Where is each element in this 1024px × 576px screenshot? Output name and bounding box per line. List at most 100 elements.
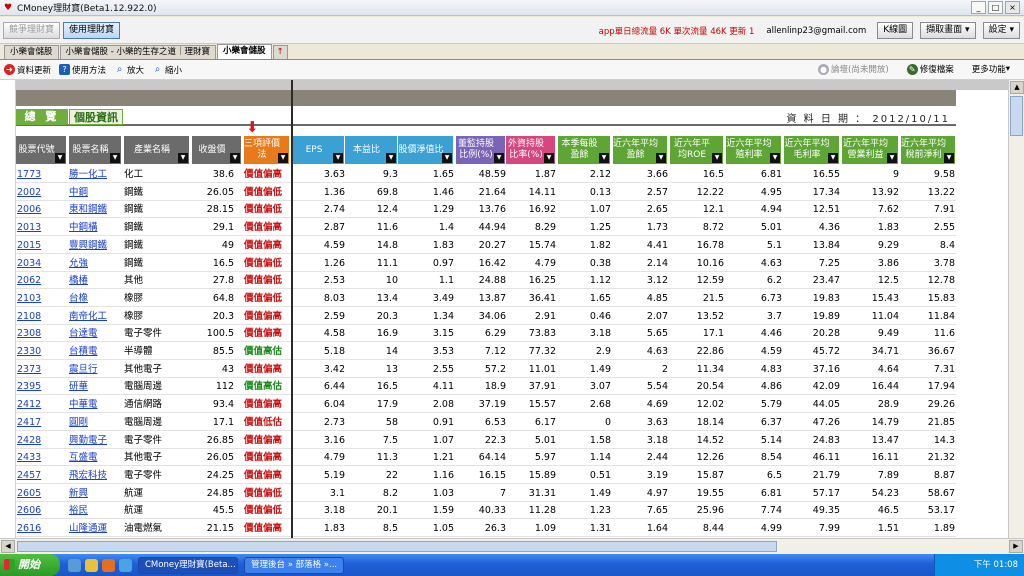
repair-files-button[interactable]: ✎ 修復檔案 <box>906 63 954 75</box>
table-row[interactable]: 2103 台橡 橡膠 64.8 價值偏低 8.03 13.4 3.49 13.87 36.41 1.… <box>16 290 956 307</box>
filter-dropdown-icon[interactable]: ▼ <box>230 153 240 163</box>
filter-dropdown-icon[interactable]: ▼ <box>544 153 554 163</box>
more-functions-button[interactable]: 更多功能 ▾ <box>972 63 1010 75</box>
cell-code[interactable]: 2417 <box>17 414 67 431</box>
column-header[interactable]: 股票代號 ▼ <box>16 136 67 164</box>
filter-dropdown-icon[interactable]: ▼ <box>55 153 65 163</box>
use-app-button[interactable]: 使用理財寶 <box>63 21 121 39</box>
table-row[interactable]: 2062 橋椿 其他 27.8 價值偏低 2.53 10 1.1 24.88 16.25 1.12 3… <box>16 272 956 290</box>
filter-dropdown-icon[interactable]: ▼ <box>442 153 452 163</box>
filter-dropdown-icon[interactable]: ▼ <box>944 153 954 163</box>
cell-code[interactable]: 2034 <box>17 255 67 272</box>
help-button[interactable]: ? 使用方法 <box>59 64 106 76</box>
column-header[interactable]: 董監持股比例(%) ▼ <box>456 136 506 164</box>
table-row[interactable]: 2457 飛宏科技 電子零件 24.25 價值偏高 5.19 22 1.16 16.15 15.8… <box>16 467 956 484</box>
table-row[interactable]: 2330 台積電 半導體 85.5 價值高估 5.18 14 3.53 7.12 77.32 2.9… <box>16 343 956 360</box>
table-row[interactable]: 2606 裕民 航運 45.5 價值偏低 3.18 20.1 1.59 40.33 11.28 1.… <box>16 502 956 520</box>
filter-dropdown-icon[interactable]: ▼ <box>712 153 722 163</box>
filter-dropdown-icon[interactable]: ▼ <box>386 153 396 163</box>
column-header[interactable]: 股價淨值比 ▼ <box>398 136 454 164</box>
table-row[interactable]: 2417 圓剛 電腦周邊 17.1 價值低估 2.73 58 0.91 6.53 6.17 0 3.6… <box>16 414 956 431</box>
kline-button[interactable]: K線圖 <box>877 22 914 39</box>
cell-code[interactable]: 2002 <box>17 184 67 201</box>
table-row[interactable]: 2605 新興 航運 24.85 價值偏低 3.1 8.2 1.03 7 31.31 1.49 4.9… <box>16 485 956 502</box>
vertical-scroll-thumb[interactable] <box>1010 96 1023 136</box>
cell-name[interactable]: 研華 <box>69 378 121 395</box>
new-tab-button[interactable]: ↑ <box>272 45 288 59</box>
cell-name[interactable]: 中華電 <box>69 396 121 413</box>
horizontal-scrollbar[interactable]: ◀ ▶ <box>0 538 1024 554</box>
cell-code[interactable]: 2428 <box>17 432 67 449</box>
column-header[interactable]: 股票名稱 ▼ <box>69 136 122 164</box>
column-header[interactable]: 收盤價 ▼ <box>192 136 242 164</box>
cell-code[interactable]: 1773 <box>17 166 67 183</box>
scroll-up-icon[interactable]: ▲ <box>1010 81 1024 94</box>
filter-dropdown-icon[interactable]: ▼ <box>178 153 188 163</box>
table-row[interactable]: 2308 台達電 電子零件 100.5 價值偏高 4.58 16.9 3.15 6.29 73.8… <box>16 325 956 343</box>
cell-code[interactable]: 2605 <box>17 485 67 502</box>
cell-code[interactable]: 2108 <box>17 308 67 325</box>
table-row[interactable]: 2433 互盛電 其他電子 26.05 價值偏高 4.79 11.3 1.21 64.14 5.9… <box>16 449 956 467</box>
desktop-icon[interactable] <box>68 558 81 572</box>
cell-code[interactable]: 2015 <box>17 237 67 254</box>
cell-code[interactable]: 2457 <box>17 467 67 484</box>
close-button[interactable]: × <box>1005 1 1020 14</box>
table-row[interactable]: 2006 東和鋼鐵 鋼鐵 28.15 價值偏低 2.74 12.4 1.29 13.76 16.9… <box>16 201 956 219</box>
table-row[interactable]: 2002 中鋼 鋼鐵 26.05 價值偏低 1.36 69.8 1.46 21.64 14.11 0… <box>16 184 956 201</box>
column-header[interactable]: 近六年平均營業利益 ▼ <box>842 136 899 164</box>
capture-screen-button[interactable]: 擷取畫面 ▾ <box>920 22 976 39</box>
vertical-scrollbar[interactable]: ▲ <box>1008 80 1024 538</box>
cell-name[interactable]: 震旦行 <box>69 361 121 378</box>
column-header[interactable]: 產業名稱 ▼ <box>124 136 190 164</box>
table-row[interactable]: 2013 中鋼構 鋼鐵 29.1 價值偏高 2.87 11.6 1.4 44.94 8.29 1.2… <box>16 219 956 237</box>
table-row[interactable]: 2108 南帝化工 橡膠 20.3 價值偏高 2.59 20.3 1.34 34.06 2.91 0… <box>16 308 956 325</box>
column-header[interactable]: 近六年平均殖利率 ▼ <box>726 136 782 164</box>
start-button[interactable]: 開始 <box>0 554 60 576</box>
cell-name[interactable]: 山隆通運 <box>69 520 121 537</box>
browser-icon[interactable] <box>85 558 98 572</box>
table-row[interactable]: 2034 允強 鋼鐵 16.5 價值偏低 1.26 11.1 0.97 16.42 4.79 0.3… <box>16 255 956 272</box>
login-app-button[interactable]: 競爭理財寶 <box>3 21 61 39</box>
table-row[interactable]: 2373 震旦行 其他電子 43 價值偏高 3.42 13 2.55 57.2 11.01 1.49… <box>16 361 956 378</box>
filter-dropdown-icon[interactable]: ▼ <box>770 153 780 163</box>
filter-dropdown-icon[interactable]: ▼ <box>599 153 609 163</box>
firefox-icon[interactable] <box>102 558 115 572</box>
zoom-in-button[interactable]: ⌕ 放大 <box>114 64 144 76</box>
cell-name[interactable]: 飛宏科技 <box>69 467 121 484</box>
cell-code[interactable]: 2103 <box>17 290 67 307</box>
cell-code[interactable]: 2308 <box>17 325 67 342</box>
tab-3-active[interactable]: 小樂會儲股 <box>217 44 272 59</box>
filter-dropdown-icon[interactable]: ▼ <box>828 153 838 163</box>
cell-name[interactable]: 東和鋼鐵 <box>69 201 121 218</box>
cell-name[interactable]: 新興 <box>69 485 121 502</box>
cell-name[interactable]: 互盛電 <box>69 449 121 466</box>
cell-code[interactable]: 2006 <box>17 201 67 218</box>
column-header[interactable]: 本季每股盈餘 ▼ <box>558 136 611 164</box>
cell-name[interactable]: 興勤電子 <box>69 432 121 449</box>
cell-name[interactable]: 南帝化工 <box>69 308 121 325</box>
refresh-data-button[interactable]: ➜ 資料更新 <box>4 64 51 76</box>
cell-name[interactable]: 台達電 <box>69 325 121 342</box>
cell-name[interactable]: 中鋼構 <box>69 219 121 236</box>
cell-name[interactable]: 允強 <box>69 255 121 272</box>
cell-code[interactable]: 2616 <box>17 520 67 537</box>
table-row[interactable]: 2412 中華電 通信網路 93.4 價值偏高 6.04 17.9 2.08 37.19 15.5… <box>16 396 956 414</box>
filter-dropdown-icon[interactable]: ▼ <box>494 153 504 163</box>
cell-code[interactable]: 2606 <box>17 502 67 519</box>
tab-overview[interactable]: 總 覽 <box>16 109 68 125</box>
taskbar-app-cmoney[interactable]: CMoney理財寶(Beta... <box>138 556 238 574</box>
horizontal-scroll-thumb[interactable] <box>17 541 777 552</box>
table-row[interactable]: 2428 興勤電子 電子零件 26.85 價值偏高 3.16 7.5 1.07 22.3 5.01… <box>16 432 956 449</box>
tab-1[interactable]: 小樂會儲股 <box>4 45 59 59</box>
filter-dropdown-icon[interactable]: ▼ <box>333 153 343 163</box>
table-row[interactable]: 2616 山隆通運 油電燃氣 21.15 價值偏高 1.83 8.5 1.05 26.3 1.09… <box>16 520 956 537</box>
cell-code[interactable]: 2433 <box>17 449 67 466</box>
forum-button[interactable]: ● 論壇(尚未開放) <box>818 63 889 75</box>
zoom-out-button[interactable]: ⌕ 縮小 <box>152 64 182 76</box>
filter-dropdown-icon[interactable]: ▼ <box>887 153 897 163</box>
cell-name[interactable]: 勝一化工 <box>69 166 121 183</box>
filter-dropdown-icon[interactable]: ▼ <box>656 153 666 163</box>
column-header[interactable]: 三項評價法 ▼ <box>244 136 290 164</box>
column-header[interactable]: EPS ▼ <box>293 136 345 164</box>
minimize-button[interactable]: _ <box>971 1 986 14</box>
